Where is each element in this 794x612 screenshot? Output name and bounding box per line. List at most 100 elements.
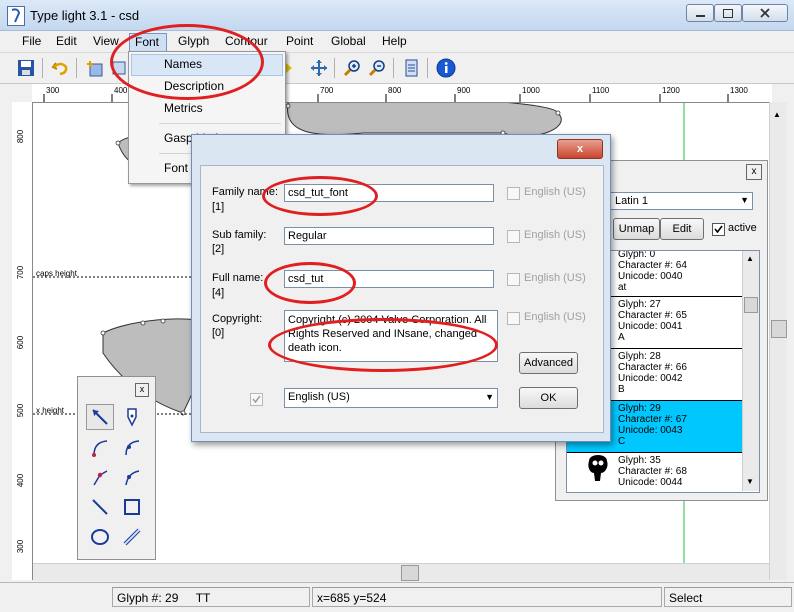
family-name-field[interactable]: csd_tut_font <box>284 184 494 202</box>
menu-item-names[interactable]: Names <box>164 57 202 71</box>
info-icon[interactable] <box>435 57 457 79</box>
encoding-value: Latin 1 <box>615 195 649 207</box>
sub-lang-checkbox[interactable] <box>507 230 520 243</box>
copyright-lang-label: English (US) <box>524 311 586 323</box>
undo-button[interactable] <box>49 57 71 79</box>
menu-contour[interactable]: Contour <box>225 34 268 48</box>
pen-tool-icon[interactable] <box>118 404 146 430</box>
language-select[interactable]: English (US) ▼ <box>284 388 498 408</box>
app-icon <box>7 6 25 26</box>
ruler-label: 800 <box>16 129 26 144</box>
close-icon[interactable] <box>742 4 788 22</box>
unmap-button[interactable]: Unmap <box>613 218 660 240</box>
ruler-label: 700 <box>16 265 26 280</box>
glyph-id: Glyph: 29 <box>618 403 661 414</box>
skull-glyph-icon <box>585 453 611 483</box>
menu-font[interactable]: Font <box>129 33 167 52</box>
restore-icon[interactable] <box>714 4 742 22</box>
menu-font-label: Font <box>135 35 160 49</box>
menu-global[interactable]: Global <box>331 34 366 48</box>
zoom-in-icon[interactable] <box>341 57 363 79</box>
chevron-down-icon: ▼ <box>740 195 749 205</box>
menu-highlight <box>131 54 283 76</box>
rectangle-tool-icon[interactable] <box>118 494 146 520</box>
glyph-char: Character #: 67 <box>618 414 687 425</box>
full-name-id: [4] <box>212 287 225 299</box>
full-name-label: Full name: <box>212 272 264 284</box>
smooth-point-icon[interactable] <box>118 464 146 490</box>
curve-edit-icon[interactable] <box>118 434 146 460</box>
select-arrow-icon[interactable] <box>86 404 114 430</box>
sub-family-label: Sub family: <box>212 229 267 241</box>
status-bar: Glyph #: 29 TT x=685 y=524 Select <box>0 582 794 612</box>
save-button[interactable] <box>15 57 37 79</box>
zoom-out-icon[interactable] <box>366 57 388 79</box>
language-select-value: English (US) <box>288 391 350 403</box>
vertical-scrollbar[interactable]: ▲ <box>769 102 787 580</box>
edit-button[interactable]: Edit <box>660 218 704 240</box>
glyph-unicode: Unicode: 0043 <box>618 425 683 436</box>
tool-palette: x <box>77 376 156 560</box>
glyph-list-scrollbar[interactable]: ▲ ▼ <box>742 251 759 491</box>
glyph-char: Character #: 65 <box>618 310 687 321</box>
menu-glyph[interactable]: Glyph <box>178 34 209 48</box>
ok-button[interactable]: OK <box>519 387 578 409</box>
names-dialog-body: Family name: [1] csd_tut_font English (U… <box>200 165 604 433</box>
ruler-label: 600 <box>16 335 26 350</box>
vertical-ruler: 800 700 600 500 400 300 <box>12 102 33 580</box>
menu-edit[interactable]: Edit <box>56 34 77 48</box>
document-icon[interactable] <box>400 57 422 79</box>
family-name-id: [1] <box>212 201 225 213</box>
copyright-lang-checkbox[interactable] <box>507 312 520 325</box>
palette-close-icon[interactable]: x <box>135 383 149 397</box>
copyright-field[interactable]: Copyright (c) 2004 Valve Corporation. Al… <box>284 310 498 362</box>
glyph-name: at <box>618 282 627 293</box>
curve-add-icon[interactable] <box>86 434 114 460</box>
list-item[interactable]: Glyph: 35 Character #: 68 Unicode: 0044 <box>567 453 742 492</box>
add-glyph-button[interactable] <box>83 57 105 79</box>
minimize-icon[interactable] <box>686 4 714 22</box>
active-checkbox[interactable] <box>712 223 725 236</box>
title-bar: Type light 3.1 - csd <box>0 0 794 31</box>
encoding-select[interactable]: Latin 1 ▼ <box>610 192 753 210</box>
ruler-label: 400 <box>16 473 26 488</box>
status-glyph: Glyph #: 29 TT <box>112 587 310 607</box>
toolbar <box>0 52 794 84</box>
glyph-unicode: Unicode: 0042 <box>618 373 683 384</box>
glyph-unicode: Unicode: 0041 <box>618 321 683 332</box>
x-height-guide: x height <box>36 406 65 415</box>
family-lang-checkbox[interactable] <box>507 187 520 200</box>
window-title: Type light 3.1 - csd <box>30 8 140 23</box>
glyph-char: Character #: 64 <box>618 260 687 271</box>
glyph-id: Glyph: 0 <box>618 250 656 260</box>
full-name-field[interactable]: csd_tut <box>284 270 494 288</box>
menu-help[interactable]: Help <box>382 34 407 48</box>
status-glyph-text: Glyph #: 29 <box>117 591 179 605</box>
glyph-name: A <box>618 332 625 343</box>
chevron-down-icon: ▼ <box>485 392 494 402</box>
menu-view[interactable]: View <box>93 34 119 48</box>
glyph-id: Glyph: 35 <box>618 455 661 466</box>
menu-bar: File Edit View Glyph Contour Point Globa… <box>0 31 794 51</box>
dialog-close-icon[interactable]: x <box>557 139 603 159</box>
corner-point-icon[interactable] <box>86 464 114 490</box>
glyph-tool-button[interactable] <box>108 57 130 79</box>
line-tool-icon[interactable] <box>86 494 114 520</box>
full-lang-checkbox[interactable] <box>507 273 520 286</box>
glyph-panel-close-icon[interactable]: x <box>746 164 762 180</box>
menu-item-description[interactable]: Description <box>164 79 224 93</box>
ruler-tool-icon[interactable] <box>118 524 146 550</box>
advanced-button[interactable]: Advanced <box>519 352 578 374</box>
menu-point[interactable]: Point <box>286 34 313 48</box>
ellipse-tool-icon[interactable] <box>86 524 114 550</box>
move-icon[interactable] <box>308 57 330 79</box>
menu-file[interactable]: File <box>22 34 41 48</box>
menu-item-metrics[interactable]: Metrics <box>164 101 203 115</box>
full-lang-label: English (US) <box>524 272 586 284</box>
sub-family-field[interactable]: Regular <box>284 227 494 245</box>
status-tt: TT <box>195 591 211 605</box>
sub-lang-label: English (US) <box>524 229 586 241</box>
language-checkbox[interactable] <box>250 393 263 406</box>
glyph-char: Character #: 66 <box>618 362 687 373</box>
horizontal-scrollbar[interactable] <box>33 563 769 581</box>
